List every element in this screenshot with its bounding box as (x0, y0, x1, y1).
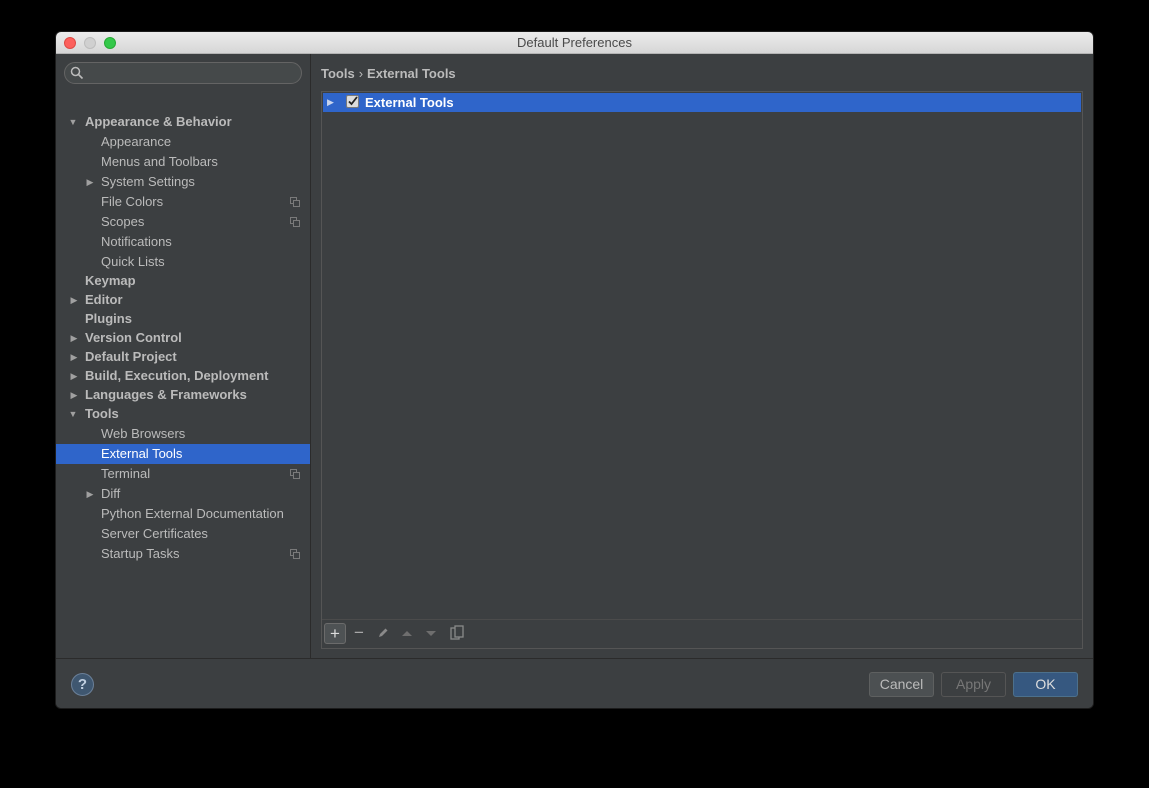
tree-item-label: Version Control (85, 330, 182, 345)
tree-item-label: Appearance & Behavior (85, 114, 232, 129)
title-bar[interactable]: Default Preferences (56, 32, 1093, 54)
tree-item-label: Plugins (85, 311, 132, 326)
tree-item-label: Default Project (85, 349, 177, 364)
move-down-button[interactable] (420, 623, 442, 644)
remove-button[interactable]: − (348, 623, 370, 644)
copy-icon (450, 625, 464, 640)
tree-item-plugins[interactable]: Plugins (56, 309, 310, 329)
tree-item-server-certificates[interactable]: Server Certificates (56, 524, 310, 544)
cancel-button[interactable]: Cancel (869, 672, 934, 697)
tree-item-default-project[interactable]: ▶ Default Project (56, 347, 310, 367)
tree-item-label: Scopes (101, 214, 145, 229)
move-up-button[interactable] (396, 623, 418, 644)
tree-item-label: External Tools (101, 446, 183, 461)
dialog-footer: ? Cancel Apply OK (56, 658, 1093, 708)
tree-item-python-external-documentation[interactable]: Python External Documentation (56, 504, 310, 524)
tool-group-checkbox[interactable] (346, 95, 359, 108)
tree-item-label: Keymap (85, 273, 136, 288)
tree-item-notifications[interactable]: Notifications (56, 232, 310, 252)
tree-item-label: Quick Lists (101, 254, 165, 269)
tree-item-label: Server Certificates (101, 526, 208, 541)
preferences-window: Default Preferences ▼ Appearance & Behav… (56, 32, 1093, 708)
tree-item-appearance-behavior[interactable]: ▼ Appearance & Behavior (56, 112, 310, 132)
tree-item-diff[interactable]: ▶ Diff (56, 484, 310, 504)
collapsed-arrow-icon[interactable]: ▶ (69, 385, 79, 405)
tool-group-row[interactable]: ▶ External Tools (323, 93, 1081, 112)
tree-item-system-settings[interactable]: ▶ System Settings (56, 172, 310, 192)
tree-item-menus-toolbars[interactable]: Menus and Toolbars (56, 152, 310, 172)
search-field[interactable] (64, 62, 302, 84)
add-button[interactable]: + (324, 623, 346, 644)
tree-item-editor[interactable]: ▶ Editor (56, 290, 310, 310)
tree-item-label: Web Browsers (101, 426, 186, 441)
checkmark-icon (348, 96, 358, 106)
tree-item-web-browsers[interactable]: Web Browsers (56, 424, 310, 444)
apply-button[interactable]: Apply (941, 672, 1006, 697)
tree-item-label: File Colors (101, 194, 164, 209)
tree-item-scopes[interactable]: Scopes (56, 212, 310, 232)
tree-item-label: Notifications (101, 234, 172, 249)
breadcrumb: Tools › External Tools (321, 66, 456, 81)
arrow-up-icon (402, 631, 412, 636)
tree-item-label: System Settings (101, 174, 195, 189)
tree-item-quick-lists[interactable]: Quick Lists (56, 252, 310, 272)
collapsed-arrow-icon[interactable]: ▶ (69, 347, 79, 367)
tree-item-terminal[interactable]: Terminal (56, 464, 310, 484)
tree-item-label: Diff (101, 486, 121, 501)
collapsed-arrow-icon[interactable]: ▶ (327, 93, 337, 112)
tree-item-label: Startup Tasks (101, 546, 180, 561)
collapsed-arrow-icon[interactable]: ▶ (85, 172, 95, 192)
project-settings-copy-icon (290, 217, 300, 227)
tree-item-languages-frameworks[interactable]: ▶ Languages & Frameworks (56, 385, 310, 405)
expanded-arrow-icon[interactable]: ▼ (68, 112, 78, 132)
tree-item-tools[interactable]: ▼ Tools (56, 404, 310, 424)
tree-item-version-control[interactable]: ▶ Version Control (56, 328, 310, 348)
window-title: Default Preferences (517, 35, 632, 50)
tree-item-label: Menus and Toolbars (101, 154, 218, 169)
search-input[interactable] (87, 65, 291, 83)
external-tools-tree-panel: ▶ External Tools + − (321, 91, 1083, 649)
collapsed-arrow-icon[interactable]: ▶ (69, 290, 79, 310)
tree-item-label: Tools (85, 406, 119, 421)
arrow-down-icon (426, 631, 436, 636)
edit-button[interactable] (372, 623, 394, 644)
breadcrumb-current: External Tools (367, 66, 456, 81)
search-icon (70, 66, 84, 80)
collapsed-arrow-icon[interactable]: ▶ (69, 366, 79, 386)
tree-item-label: Build, Execution, Deployment (85, 368, 269, 383)
collapsed-arrow-icon[interactable]: ▶ (69, 328, 79, 348)
tree-item-appearance[interactable]: Appearance (56, 132, 310, 152)
breadcrumb-separator: › (358, 66, 364, 81)
tree-item-file-colors[interactable]: File Colors (56, 192, 310, 212)
ok-button[interactable]: OK (1013, 672, 1078, 697)
project-settings-copy-icon (290, 469, 300, 479)
tree-item-label: Appearance (101, 134, 172, 149)
tree-item-label: Editor (85, 292, 123, 307)
breadcrumb-parent[interactable]: Tools (321, 66, 355, 81)
tree-item-external-tools[interactable]: External Tools (56, 444, 310, 464)
expanded-arrow-icon[interactable]: ▼ (68, 404, 78, 424)
tree-item-keymap[interactable]: Keymap (56, 271, 310, 291)
tree-item-startup-tasks[interactable]: Startup Tasks (56, 544, 310, 564)
tree-item-label: Languages & Frameworks (85, 387, 247, 402)
project-settings-copy-icon (290, 197, 300, 207)
settings-sidebar: ▼ Appearance & Behavior Appearance Menus… (56, 54, 311, 658)
collapsed-arrow-icon[interactable]: ▶ (85, 484, 95, 504)
pencil-icon (379, 628, 388, 637)
help-button[interactable]: ? (71, 673, 94, 696)
project-settings-copy-icon (290, 549, 300, 559)
copy-button[interactable] (446, 623, 468, 644)
tree-item-build-execution-deployment[interactable]: ▶ Build, Execution, Deployment (56, 366, 310, 386)
tree-item-label: Terminal (101, 466, 151, 481)
tool-group-label: External Tools (365, 95, 454, 110)
panel-toolbar: + − (322, 619, 1082, 648)
tree-item-label: Python External Documentation (101, 506, 284, 521)
